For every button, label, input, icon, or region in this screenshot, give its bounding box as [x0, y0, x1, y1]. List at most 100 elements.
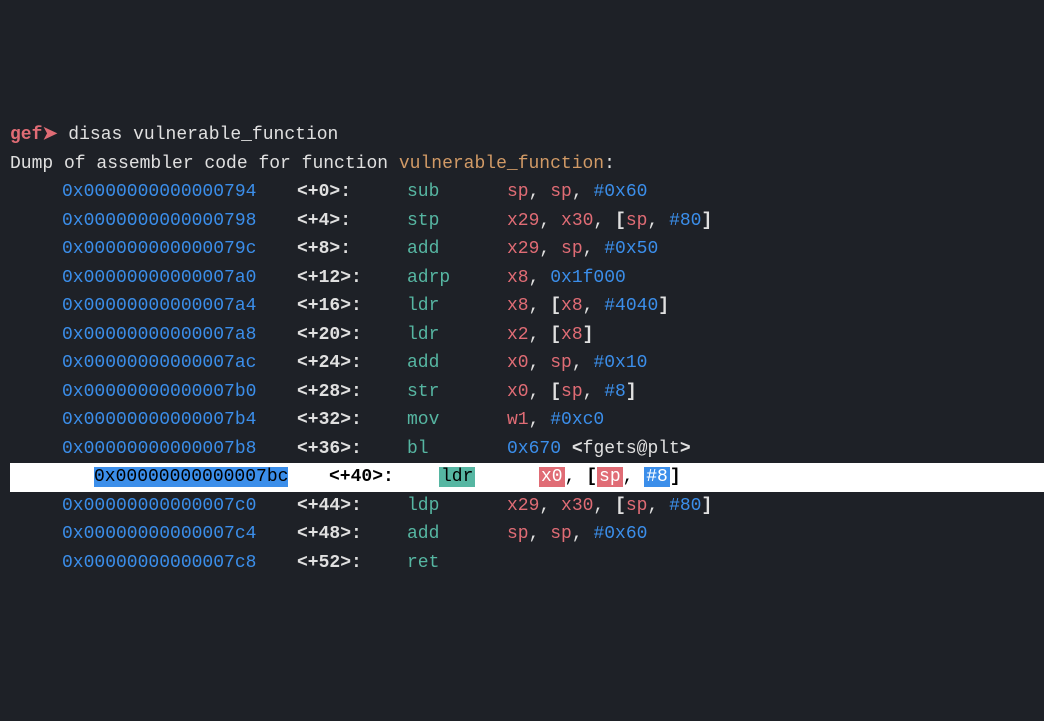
operand-reg: sp — [561, 239, 583, 259]
asm-mnemonic: mov — [407, 410, 439, 430]
terminal-output: gef➤ disas vulnerable_functionDump of as… — [10, 121, 1044, 577]
asm-mnemonic: ret — [407, 553, 439, 573]
operand-bracket: ] — [701, 211, 712, 231]
operand-reg: x0 — [507, 353, 529, 373]
operand-bracket: ] — [583, 325, 594, 345]
function-name: vulnerable_function — [399, 154, 604, 174]
asm-mnemonic: add — [407, 353, 439, 373]
asm-mnemonic: add — [407, 239, 439, 259]
asm-row: 0x00000000000007c0<+44>:ldpx29, x30, [sp… — [10, 492, 1044, 521]
asm-offset: <+8>: — [297, 239, 351, 259]
operand-reg: sp — [550, 524, 572, 544]
operand-reg: x8 — [561, 325, 583, 345]
asm-row: 0x00000000000007a0<+12>:adrpx8, 0x1f000 — [10, 264, 1044, 293]
asm-address: 0x00000000000007a0 — [62, 268, 256, 288]
asm-mnemonic: ldr — [407, 296, 439, 316]
asm-offset: <+40>: — [329, 467, 394, 487]
asm-offset: <+24>: — [297, 353, 362, 373]
dump-header-suffix: : — [604, 154, 615, 174]
operand-reg: x8 — [507, 268, 529, 288]
asm-address: 0x00000000000007b4 — [62, 410, 256, 430]
dump-header-prefix: Dump of assembler code for function — [10, 154, 399, 174]
asm-row: 0x00000000000007a4<+16>:ldrx8, [x8, #404… — [10, 292, 1044, 321]
asm-offset: <+44>: — [297, 496, 362, 516]
asm-row: 0x00000000000007c4<+48>:addsp, sp, #0x60 — [10, 520, 1044, 549]
operand-reg: x29 — [507, 239, 539, 259]
operand-num: #0xc0 — [550, 410, 604, 430]
command-text: disas vulnerable_function — [58, 125, 339, 145]
operand-reg: sp — [626, 211, 648, 231]
asm-address: 0x0000000000000794 — [62, 182, 256, 202]
operand-reg: sp — [626, 496, 648, 516]
asm-mnemonic: add — [407, 524, 439, 544]
asm-row: 0x000000000000079c<+8>:addx29, sp, #0x50 — [10, 235, 1044, 264]
operand-reg: sp — [561, 382, 583, 402]
operand-reg: sp — [550, 353, 572, 373]
asm-offset: <+16>: — [297, 296, 362, 316]
asm-mnemonic: bl — [407, 439, 429, 459]
asm-offset: <+32>: — [297, 410, 362, 430]
operand-bracket: < — [572, 439, 583, 459]
asm-mnemonic: ldr — [407, 325, 439, 345]
asm-offset: <+48>: — [297, 524, 362, 544]
operand-bracket: [ — [550, 325, 561, 345]
operand-bracket: [ — [615, 496, 626, 516]
operand-bracket: ] — [670, 467, 681, 487]
operand-num: #80 — [669, 496, 701, 516]
asm-address: 0x00000000000007c4 — [62, 524, 256, 544]
operand-num: #4040 — [604, 296, 658, 316]
operand-reg: w1 — [507, 410, 529, 430]
operand-num: #8 — [604, 382, 626, 402]
operand-num: #0x60 — [593, 182, 647, 202]
operand-bracket: ] — [626, 382, 637, 402]
operand-num: #80 — [669, 211, 701, 231]
asm-offset: <+12>: — [297, 268, 362, 288]
operand-sym: fgets@plt — [583, 439, 680, 459]
operand-reg: x30 — [561, 496, 593, 516]
operand-bracket: [ — [615, 211, 626, 231]
asm-offset: <+28>: — [297, 382, 362, 402]
operand-num: #8 — [644, 467, 670, 487]
operand-num: 0x1f000 — [550, 268, 626, 288]
asm-offset: <+52>: — [297, 553, 362, 573]
operand-reg: x8 — [561, 296, 583, 316]
operand-bracket: ] — [658, 296, 669, 316]
dump-header: Dump of assembler code for function vuln… — [10, 150, 1044, 179]
asm-address: 0x00000000000007b8 — [62, 439, 256, 459]
operand-bracket: [ — [586, 467, 597, 487]
operand-num: #0x50 — [604, 239, 658, 259]
operand-reg: x29 — [507, 211, 539, 231]
asm-address: 0x00000000000007ac — [62, 353, 256, 373]
asm-row: 0x00000000000007b0<+28>:strx0, [sp, #8] — [10, 378, 1044, 407]
operand-reg: sp — [597, 467, 623, 487]
operand-reg: sp — [507, 524, 529, 544]
asm-address: 0x00000000000007a8 — [62, 325, 256, 345]
asm-row: 0x00000000000007ac<+24>:addx0, sp, #0x10 — [10, 349, 1044, 378]
asm-address: 0x00000000000007a4 — [62, 296, 256, 316]
operand-reg: sp — [550, 182, 572, 202]
asm-mnemonic: ldr — [439, 467, 475, 487]
asm-row: 0x00000000000007b8 <+36>: bl 0x670 <fgets@p… — [10, 435, 1044, 464]
asm-offset: <+20>: — [297, 325, 362, 345]
operand-reg: x0 — [507, 382, 529, 402]
operand-bracket: [ — [550, 296, 561, 316]
asm-mnemonic: ldp — [407, 496, 439, 516]
asm-offset: <+36>: — [297, 439, 362, 459]
operand-num: 0x670 — [507, 439, 561, 459]
command-line[interactable]: gef➤ disas vulnerable_function — [10, 121, 1044, 150]
asm-address: 0x0000000000000798 — [62, 211, 256, 231]
asm-mnemonic: str — [407, 382, 439, 402]
operand-reg: x30 — [561, 211, 593, 231]
asm-address: 0x00000000000007b0 — [62, 382, 256, 402]
operand-reg: x29 — [507, 496, 539, 516]
asm-row: 0x00000000000007a8<+20>:ldrx2, [x8] — [10, 321, 1044, 350]
prompt-label: gef➤ — [10, 125, 58, 145]
asm-row: 0x00000000000007c8<+52>:ret — [10, 549, 1044, 578]
asm-mnemonic: sub — [407, 182, 439, 202]
asm-address: 0x00000000000007bc — [94, 467, 288, 487]
operand-num: #0x10 — [593, 353, 647, 373]
asm-address: 0x000000000000079c — [62, 239, 256, 259]
asm-offset: <+4>: — [297, 211, 351, 231]
operand-reg: x0 — [539, 467, 565, 487]
asm-row: 0x00000000000007b4<+32>:movw1, #0xc0 — [10, 406, 1044, 435]
